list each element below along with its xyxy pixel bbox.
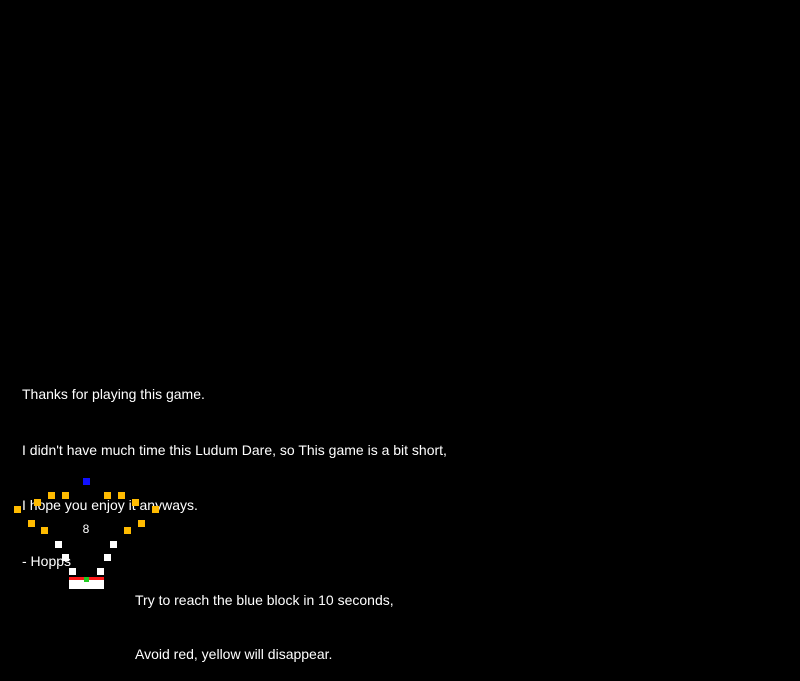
yellow-block (34, 499, 41, 506)
white-block (110, 541, 117, 548)
white-block (69, 568, 76, 575)
instructions: Try to reach the blue block in 10 second… (135, 555, 394, 681)
game-field (0, 0, 800, 600)
yellow-block (104, 492, 111, 499)
yellow-block (124, 527, 131, 534)
yellow-block (62, 492, 69, 499)
yellow-block (138, 520, 145, 527)
yellow-block (132, 499, 139, 506)
countdown-timer: 8 (82, 522, 90, 536)
yellow-block (152, 506, 159, 513)
yellow-block (48, 492, 55, 499)
white-block (55, 541, 62, 548)
yellow-block (14, 506, 21, 513)
yellow-block (118, 492, 125, 499)
player-block (84, 577, 89, 582)
instruction-line-goal: Try to reach the blue block in 10 second… (135, 592, 394, 608)
yellow-block (28, 520, 35, 527)
goal-block (83, 478, 90, 485)
white-block (104, 554, 111, 561)
white-block (97, 568, 104, 575)
white-block (62, 554, 69, 561)
yellow-block (41, 527, 48, 534)
instruction-line-avoid: Avoid red, yellow will disappear. (135, 646, 333, 662)
